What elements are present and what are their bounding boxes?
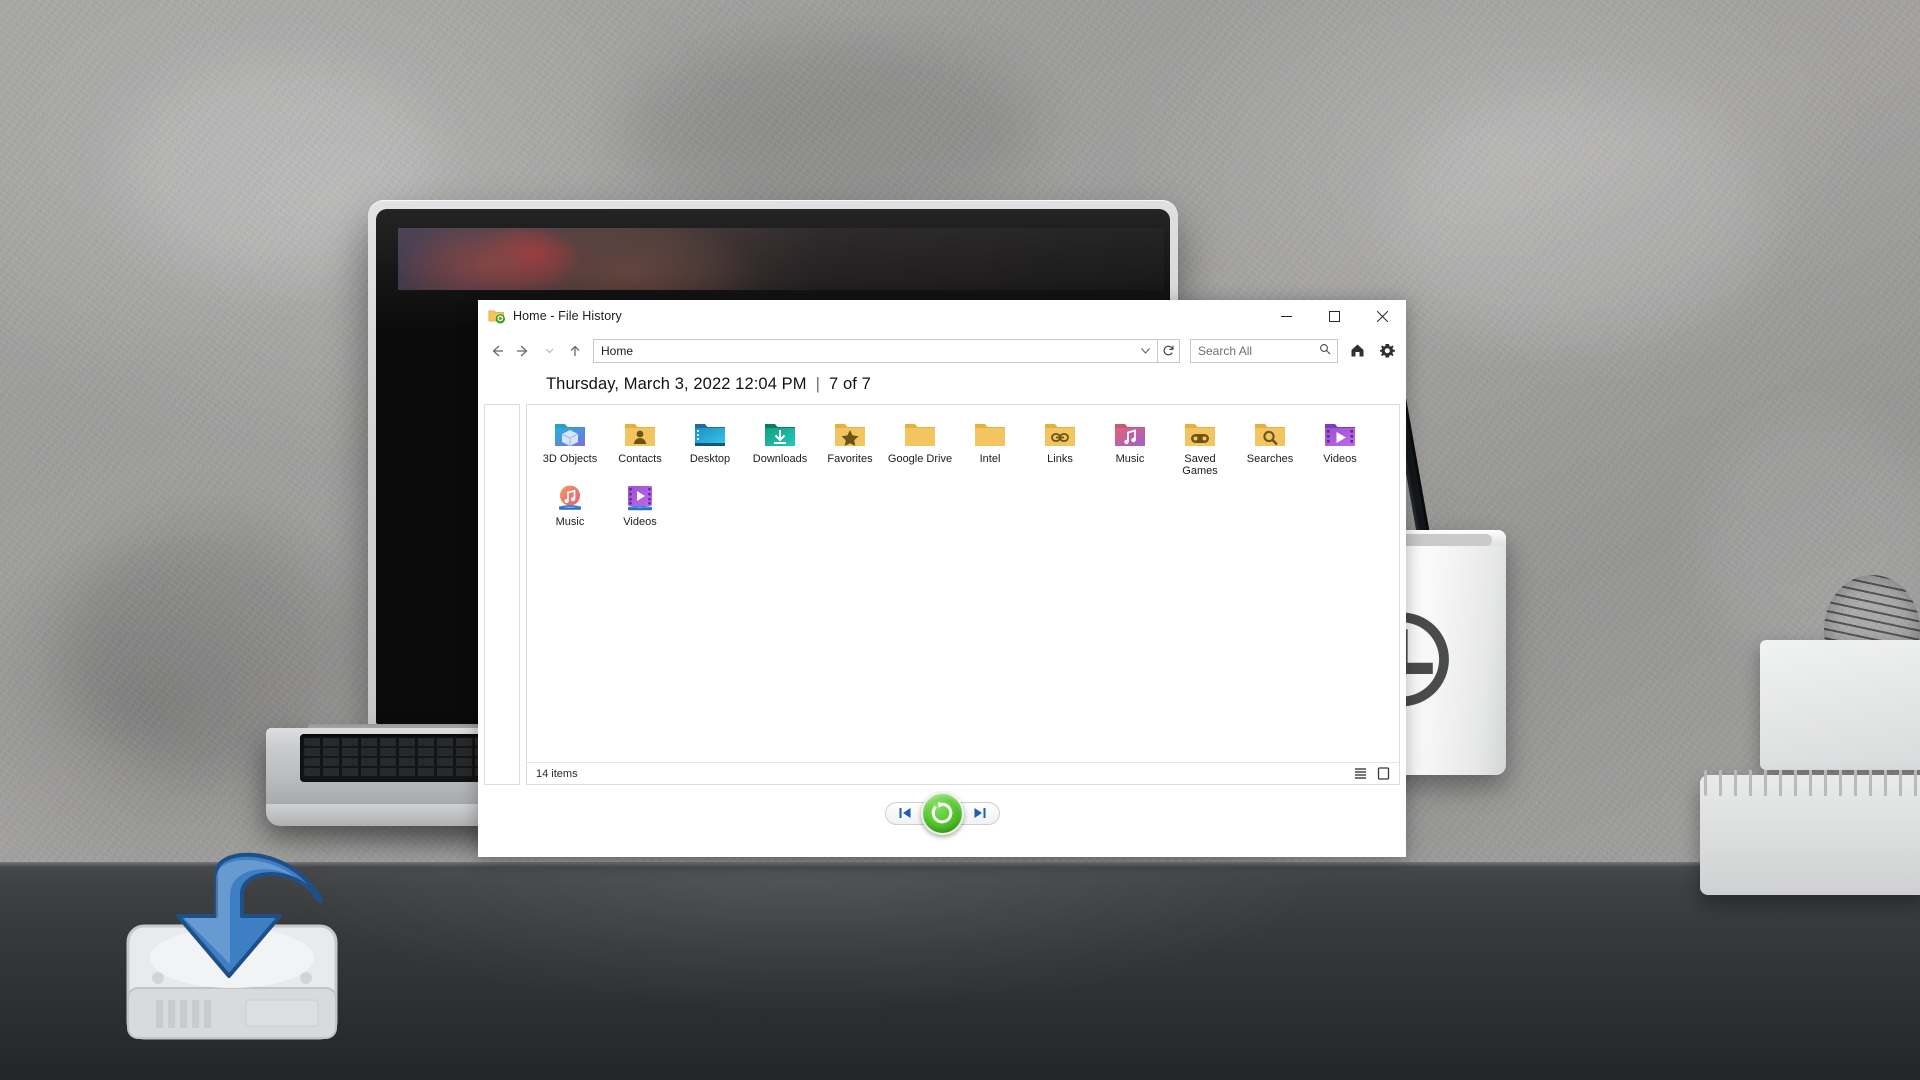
- search-placeholder: Search All: [1198, 343, 1253, 358]
- desk-reflection: [250, 868, 1350, 1018]
- list-item[interactable]: Videos: [1305, 415, 1375, 478]
- version-datetime: Thursday, March 3, 2022 12:04 PM: [546, 375, 807, 393]
- minimize-button[interactable]: [1262, 300, 1310, 332]
- list-item[interactable]: Music: [535, 478, 605, 540]
- list-item-label: Links: [1047, 453, 1073, 465]
- refresh-button[interactable]: [1158, 338, 1180, 363]
- version-navigation-footer[interactable]: [478, 785, 1406, 841]
- items-grid[interactable]: 3D Objects Contacts Desktop Downloads Fa…: [527, 405, 1399, 762]
- folder-plain-icon: [973, 419, 1007, 449]
- list-item-label: Google Drive: [887, 453, 953, 465]
- list-item[interactable]: Contacts: [605, 415, 675, 478]
- header-separator: |: [815, 375, 820, 393]
- view-buttons[interactable]: [1353, 766, 1391, 781]
- folder-saved-games-icon: [1183, 419, 1217, 449]
- next-version-button[interactable]: [959, 801, 1000, 825]
- folder-music-icon: [1113, 419, 1147, 449]
- folder-3d-objects-icon: [553, 419, 587, 449]
- spiral-rings: [1698, 770, 1920, 796]
- list-item[interactable]: Downloads: [745, 415, 815, 478]
- list-item[interactable]: Saved Games: [1165, 415, 1235, 478]
- navigation-pane[interactable]: [484, 404, 520, 785]
- address-bar[interactable]: Home: [593, 338, 1158, 363]
- recent-locations-button[interactable]: [536, 338, 562, 364]
- list-item-label: Music: [555, 515, 585, 528]
- list-item-label: Videos: [623, 515, 657, 528]
- window-controls[interactable]: [1262, 300, 1406, 332]
- folder-videos-icon: [1323, 419, 1357, 449]
- list-item[interactable]: Google Drive: [885, 415, 955, 478]
- list-item-label: Desktop: [689, 453, 731, 465]
- folder-contacts-icon: [623, 419, 657, 449]
- list-item-label: Downloads: [752, 453, 808, 465]
- folder-plain-icon: [903, 419, 937, 449]
- library-music-icon: [553, 482, 587, 512]
- window-title: Home - File History: [513, 308, 622, 323]
- back-button[interactable]: [484, 338, 510, 364]
- list-item-label: Searches: [1246, 453, 1294, 465]
- search-input[interactable]: Search All: [1190, 338, 1338, 363]
- search-icon: [1319, 342, 1331, 360]
- list-item[interactable]: Videos: [605, 478, 675, 540]
- status-bar: 14 items: [527, 762, 1399, 784]
- navigation-toolbar[interactable]: Home Search All: [478, 332, 1406, 369]
- list-item[interactable]: Intel: [955, 415, 1025, 478]
- forward-button[interactable]: [510, 338, 536, 364]
- details-view-icon[interactable]: [1376, 766, 1391, 781]
- restore-circular-arrow-icon: [931, 801, 953, 824]
- version-position: 7 of 7: [829, 375, 871, 393]
- previous-version-button[interactable]: [884, 801, 925, 825]
- list-item[interactable]: Music: [1095, 415, 1165, 478]
- address-value: Home: [601, 343, 634, 358]
- chevron-down-icon[interactable]: [1141, 346, 1150, 356]
- list-item[interactable]: Favorites: [815, 415, 885, 478]
- folder-searches-icon: [1253, 419, 1287, 449]
- file-history-icon: [488, 310, 505, 324]
- file-history-window[interactable]: Home - File History Home Search All Thur…: [478, 300, 1406, 857]
- gear-icon[interactable]: [1376, 339, 1398, 363]
- list-item-label: Intel: [979, 453, 1001, 465]
- list-item-label: 3D Objects: [542, 453, 598, 465]
- list-item-label: Saved Games: [1182, 453, 1218, 478]
- folder-desktop-icon: [693, 419, 727, 449]
- list-item-label: Contacts: [618, 453, 662, 465]
- restore-button[interactable]: [920, 791, 964, 835]
- nav-cluster[interactable]: [884, 791, 1000, 835]
- notebook-stack: [1760, 640, 1920, 770]
- library-videos-icon: [623, 482, 657, 512]
- list-item[interactable]: 3D Objects: [535, 415, 605, 478]
- list-item-label: Videos: [1323, 453, 1357, 465]
- folder-downloads-icon: [763, 419, 797, 449]
- close-button[interactable]: [1358, 300, 1406, 332]
- list-item-label: Favorites: [827, 453, 873, 465]
- home-icon[interactable]: [1346, 339, 1368, 363]
- content-pane[interactable]: 3D Objects Contacts Desktop Downloads Fa…: [526, 404, 1400, 785]
- list-item-label: Music: [1115, 453, 1145, 465]
- version-header: Thursday, March 3, 2022 12:04 PM | 7 of …: [478, 369, 1406, 404]
- folder-favorites-icon: [833, 419, 867, 449]
- list-item[interactable]: Desktop: [675, 415, 745, 478]
- window-titlebar[interactable]: Home - File History: [478, 300, 1406, 332]
- up-button[interactable]: [562, 338, 588, 364]
- folder-links-icon: [1043, 419, 1077, 449]
- window-body: 3D Objects Contacts Desktop Downloads Fa…: [478, 404, 1406, 785]
- maximize-button[interactable]: [1310, 300, 1358, 332]
- item-count: 14 items: [536, 767, 578, 780]
- list-item[interactable]: Searches: [1235, 415, 1305, 478]
- list-view-icon[interactable]: [1353, 766, 1368, 781]
- desktop-wallpaper: [398, 228, 1164, 290]
- backup-restore-disk-icon: [126, 852, 338, 1040]
- list-item[interactable]: Links: [1025, 415, 1095, 478]
